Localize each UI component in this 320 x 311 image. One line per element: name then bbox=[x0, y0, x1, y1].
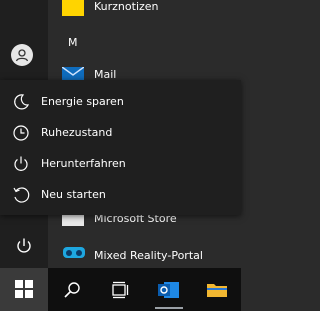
moon-icon bbox=[14, 94, 30, 110]
power-button[interactable] bbox=[14, 236, 34, 260]
sticky-notes-icon bbox=[62, 0, 84, 16]
running-indicator bbox=[155, 307, 183, 309]
mixed-reality-icon bbox=[62, 244, 85, 266]
user-avatar[interactable] bbox=[11, 44, 33, 66]
menu-item-label: Neu starten bbox=[41, 188, 106, 201]
taskbar-app-file-explorer[interactable] bbox=[193, 268, 241, 311]
start-button[interactable] bbox=[0, 268, 48, 311]
app-label: Kurznotizen bbox=[94, 0, 159, 13]
outlook-icon bbox=[158, 281, 179, 298]
folder-icon bbox=[207, 283, 227, 297]
search-button[interactable] bbox=[48, 268, 96, 311]
task-view-icon bbox=[112, 281, 129, 298]
app-label: Mixed Reality-Portal bbox=[94, 249, 203, 262]
taskbar-app-outlook[interactable] bbox=[145, 268, 193, 311]
person-icon bbox=[15, 49, 29, 62]
task-view-button[interactable] bbox=[96, 268, 144, 311]
section-letter[interactable]: M bbox=[68, 36, 78, 49]
windows-logo-icon bbox=[15, 280, 33, 298]
menu-item-herunterfahren[interactable]: Herunterfahren bbox=[0, 148, 241, 179]
menu-item-energie-sparen[interactable]: Energie sparen bbox=[0, 86, 241, 117]
power-icon bbox=[17, 238, 31, 253]
menu-item-label: Energie sparen bbox=[41, 95, 124, 108]
menu-item-label: Herunterfahren bbox=[41, 157, 126, 170]
menu-item-neu-starten[interactable]: Neu starten bbox=[0, 179, 241, 210]
menu-item-ruhezustand[interactable]: Ruhezustand bbox=[0, 117, 241, 148]
power-icon bbox=[14, 156, 28, 171]
restart-icon bbox=[13, 187, 30, 203]
clock-icon bbox=[13, 125, 29, 141]
power-menu: Energie sparen Ruhezustand Herunterfahre… bbox=[0, 80, 241, 215]
taskbar bbox=[0, 268, 241, 311]
search-icon bbox=[64, 281, 80, 298]
menu-item-label: Ruhezustand bbox=[41, 126, 113, 139]
